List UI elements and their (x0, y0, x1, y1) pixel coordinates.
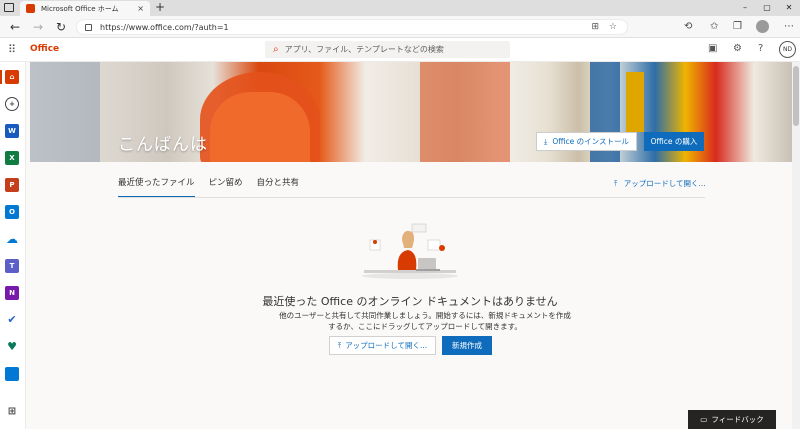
hero-banner: こんばんは ⤓ Office のインストール Office の購入 (30, 62, 792, 162)
word-icon[interactable]: W (5, 124, 19, 138)
teams-icon[interactable]: T (5, 259, 19, 273)
empty-state-desc-line: 他のユーザーと共有して共同作業しましょう。開始するには、新規ドキュメントを作成 (279, 311, 571, 320)
maximize-button[interactable]: ▢ (756, 0, 778, 15)
all-apps-icon[interactable]: ⊞ (5, 405, 19, 419)
user-avatar[interactable]: ND (779, 41, 796, 58)
lock-icon (85, 23, 92, 31)
calendar-icon[interactable] (5, 367, 19, 381)
excel-icon[interactable]: X (5, 151, 19, 165)
tab-shared[interactable]: 自分と共有 (257, 176, 300, 198)
install-office-button[interactable]: ⤓ Office のインストール (536, 132, 637, 151)
minimize-button[interactable]: – (734, 0, 756, 15)
home-icon[interactable]: ⌂ (5, 70, 19, 84)
powerpoint-icon[interactable]: P (5, 178, 19, 192)
search-icon: ⌕ (273, 44, 279, 55)
install-label: Office のインストール (552, 137, 629, 146)
meeting-icon[interactable]: ▣ (708, 43, 717, 54)
tab-close-icon[interactable]: × (137, 4, 144, 13)
create-icon[interactable]: + (5, 97, 19, 111)
upload-button-label: アップロードして開く... (345, 341, 428, 350)
scrollbar-thumb[interactable] (793, 66, 799, 126)
url-input[interactable]: https://www.office.com/?auth=1 ⊞ ☆ (76, 19, 628, 35)
search-placeholder: アプリ、ファイル、テンプレートなどの検索 (284, 45, 444, 54)
favorites-icon[interactable]: ✩ (710, 19, 718, 35)
tab-actions-icon[interactable] (4, 3, 14, 12)
app-launcher-icon[interactable]: ⠿ (8, 44, 16, 56)
new-document-button[interactable]: 新規作成 (442, 336, 492, 355)
file-tabs: 最近使ったファイル ピン留め 自分と共有 (118, 176, 313, 198)
empty-state-title: 最近使った Office のオンライン ドキュメントはありません (262, 295, 558, 308)
more-menu-icon[interactable]: ⋯ (784, 19, 794, 35)
office-header: ⠿ Office ⌕ アプリ、ファイル、テンプレートなどの検索 ▣ ⚙ ? ND (0, 38, 800, 62)
family-safety-icon[interactable]: ♥ (5, 340, 19, 354)
todo-icon[interactable]: ✔ (5, 313, 19, 327)
browser-tab-bar: Microsoft Office ホーム × + – ▢ ✕ (0, 0, 800, 16)
download-icon: ⤓ (544, 136, 548, 146)
upload-open-button[interactable]: ⤒ アップロードして開く... (329, 336, 436, 355)
empty-state-description: 他のユーザーと共有して共同作業しましょう。開始するには、新規ドキュメントを作成 … (260, 310, 590, 332)
address-bar-row: ← → ↻ https://www.office.com/?auth=1 ⊞ ☆… (0, 16, 800, 38)
window-controls: – ▢ ✕ (734, 0, 800, 15)
upload-link-label: アップロードして開く... (623, 179, 706, 188)
empty-state-illustration (362, 223, 458, 279)
upload-open-link[interactable]: ⤒ アップロードして開く... (614, 178, 706, 189)
tab-pinned[interactable]: ピン留め (209, 176, 243, 198)
tabs-divider (118, 197, 705, 198)
collections-icon[interactable]: ❐ (733, 19, 742, 35)
settings-gear-icon[interactable]: ⚙ (733, 43, 742, 54)
office-favicon-icon (26, 4, 35, 13)
help-icon[interactable]: ? (758, 43, 763, 54)
favorite-star-icon[interactable]: ☆ (609, 22, 617, 32)
reader-icon[interactable]: ⊞ (591, 22, 599, 32)
tab-recent[interactable]: 最近使ったファイル (118, 176, 195, 198)
tab-title: Microsoft Office ホーム (41, 4, 119, 13)
refresh-button[interactable]: ↻ (56, 19, 66, 35)
banner-art (210, 92, 310, 162)
banner-art (30, 62, 100, 162)
page-scrollbar[interactable] (792, 62, 800, 429)
search-input[interactable]: ⌕ アプリ、ファイル、テンプレートなどの検索 (265, 41, 510, 58)
banner-art (420, 62, 510, 162)
new-tab-button[interactable]: + (155, 0, 165, 15)
feedback-icon: ▭ (700, 415, 708, 424)
buy-office-button[interactable]: Office の購入 (644, 132, 704, 151)
rail-selected-indicator (0, 70, 2, 84)
close-window-button[interactable]: ✕ (778, 0, 800, 15)
onedrive-icon[interactable]: ☁ (5, 232, 19, 246)
forward-button[interactable]: → (33, 19, 43, 35)
banner-art (626, 72, 644, 132)
greeting-text: こんばんは (118, 135, 208, 155)
browser-tab[interactable]: Microsoft Office ホーム × (20, 1, 150, 16)
upload-icon: ⤒ (337, 340, 342, 350)
feedback-button[interactable]: ▭ フィードバック (688, 410, 776, 429)
empty-state-desc-line: するか、ここにドラッグしてアップロードして開きます。 (328, 322, 522, 331)
extensions-icon[interactable]: ⟲ (684, 19, 692, 35)
profile-avatar[interactable] (756, 20, 769, 33)
left-app-rail: ⌂ + W X P O ☁ T N ✔ ♥ ⊞ (0, 62, 26, 429)
url-text: https://www.office.com/?auth=1 (100, 22, 229, 32)
feedback-label: フィードバック (711, 415, 764, 424)
back-button[interactable]: ← (10, 19, 20, 35)
outlook-icon[interactable]: O (5, 205, 19, 219)
upload-icon: ⤒ (614, 179, 618, 188)
office-brand[interactable]: Office (30, 44, 59, 54)
